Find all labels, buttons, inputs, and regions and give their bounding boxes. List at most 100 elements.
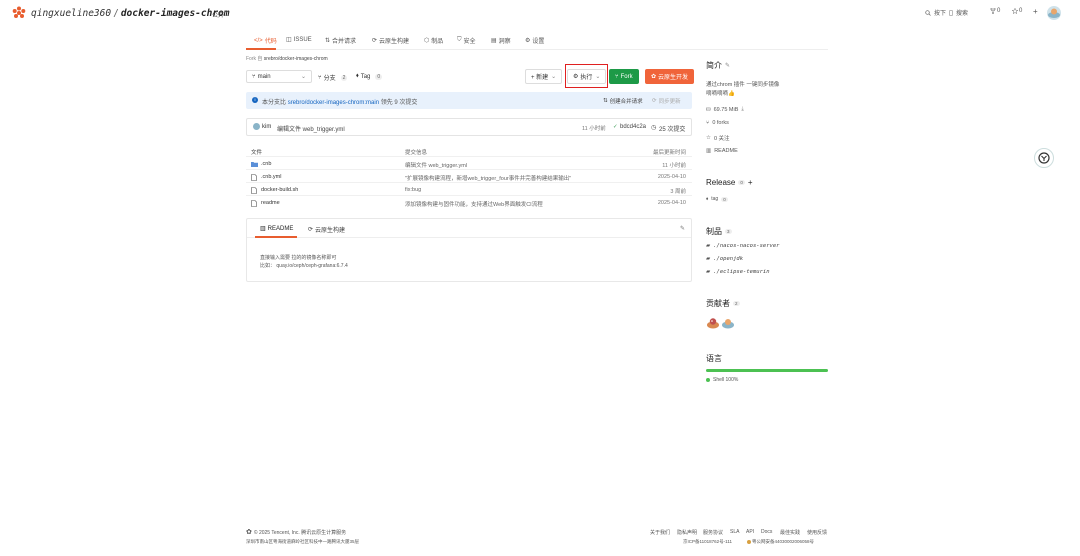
top-bar: qingxueline360/docker-images-chrom 公开 按下…: [0, 0, 1080, 28]
author-avatar[interactable]: [253, 123, 260, 130]
tab-issue[interactable]: ◫ ISSUE: [286, 36, 312, 44]
cnb-logo-icon[interactable]: [12, 6, 26, 20]
branch-selector[interactable]: ⑂ main ⌄: [246, 70, 312, 83]
edit-pencil-icon[interactable]: ✎: [725, 62, 730, 69]
repo-stars[interactable]: ☆ 0 关注: [706, 134, 730, 142]
header-file: 文件: [251, 150, 263, 156]
cloud-dev-button[interactable]: ✿ 云原生开发: [645, 69, 695, 84]
package-name: ./nacos-nacos-server: [713, 243, 780, 249]
package-item[interactable]: ▰ ./eclipse-temurin: [706, 269, 770, 275]
header-star-count: 0: [1019, 8, 1023, 14]
readme-line: 比如： quay.io/ceph/ceph-grafana:6.7.4: [260, 263, 348, 269]
tab-settings[interactable]: ⚙ 设置: [525, 36, 544, 45]
file-table-header: 文件 提交信息 最后更新时间: [246, 145, 692, 157]
release-title[interactable]: Release: [706, 178, 735, 187]
commit-hash[interactable]: bdcd4c2a: [620, 124, 646, 130]
header-commit-message: 提交信息: [405, 150, 428, 156]
table-row[interactable]: docker-build.sh fix:bug 3 周前: [246, 184, 692, 196]
file-commit-message[interactable]: fix:bug: [405, 187, 421, 193]
repo-size: ⛁ 69.75 MiB ⤓: [706, 106, 744, 113]
packages-title[interactable]: 制品: [706, 226, 722, 237]
docker-icon: ▰: [706, 243, 711, 249]
file-commit-message[interactable]: 添加镜像构建与固件功能，支持通过Web界面触发CI流程: [405, 200, 543, 208]
branches-link[interactable]: ⑂ 分支 2: [318, 73, 348, 82]
table-row[interactable]: .cnb.yml "扩展镜像构建流程，新增web_trigger_four事件并…: [246, 171, 692, 183]
create-merge-request-button[interactable]: ⇅ 创建合并请求: [603, 97, 643, 105]
tab-insights[interactable]: ▤ 洞察: [491, 36, 511, 45]
issue-icon: ◫: [286, 37, 292, 43]
tags-summary[interactable]: ⬧ tag 0: [706, 196, 728, 202]
police-badge-icon: [747, 540, 751, 544]
about-heading: 简介 ✎: [706, 60, 730, 71]
footer-police[interactable]: 粤公网安备44030002006058号: [747, 539, 814, 545]
owner-link[interactable]: qingxueline360: [31, 8, 111, 19]
footer-link-sla[interactable]: SLA: [730, 529, 739, 535]
new-button[interactable]: + 新建 ⌄: [525, 69, 563, 84]
star-icon: [1012, 8, 1018, 14]
search-button[interactable]: 按下 搜索: [925, 8, 968, 17]
tab-code[interactable]: </> 代码: [254, 36, 277, 46]
search-label: 搜索: [956, 11, 969, 17]
download-icon[interactable]: ⤓: [741, 106, 743, 113]
check-icon: ✓: [613, 124, 618, 130]
file-name[interactable]: .cnb: [261, 161, 271, 167]
tab-merge-requests-label: 合并请求: [332, 39, 357, 45]
commit-count-link[interactable]: 25 次提交: [659, 124, 685, 133]
fork-button[interactable]: ⑂ Fork: [609, 69, 639, 84]
repo-forks[interactable]: ⑂ 0 forks: [706, 120, 729, 126]
footer-link-terms[interactable]: 服务协议: [703, 529, 723, 536]
tab-packages[interactable]: ⬡ 制品: [424, 36, 443, 45]
contributor-avatar[interactable]: [706, 317, 720, 329]
tags-count: 0: [375, 73, 383, 80]
tab-readme-cloud-build[interactable]: ⟳ 云原生构建: [308, 225, 345, 234]
footer-link-feedback[interactable]: 使用反馈: [807, 529, 827, 536]
packages-heading: 制品 3: [706, 226, 732, 237]
tab-security[interactable]: ⛉ 安全: [457, 36, 476, 45]
table-row[interactable]: readme 添加镜像构建与固件功能，支持通过Web界面触发CI流程 2025-…: [246, 197, 692, 209]
sync-button[interactable]: ⟳ 同步更新: [652, 97, 681, 105]
footer-link-best-practices[interactable]: 最佳实践: [780, 529, 800, 536]
assistant-float-button[interactable]: [1034, 148, 1054, 168]
edit-pencil-icon[interactable]: ✎: [680, 225, 685, 232]
table-row[interactable]: .cnb 编辑文件 web_trigger.yml 11 小时前: [246, 158, 692, 170]
branches-label: 分支: [323, 76, 336, 82]
commit-author[interactable]: kim: [262, 124, 271, 130]
commit-message[interactable]: 编辑文件 web_trigger.yml: [277, 124, 345, 133]
header-star-button[interactable]: 0: [1012, 8, 1022, 14]
book-icon: ▥: [260, 226, 266, 232]
package-item[interactable]: ▰ ./openjdk: [706, 256, 743, 262]
tags-link[interactable]: ⬧ Tag 0: [356, 73, 383, 80]
footer-link-api[interactable]: API: [746, 529, 754, 535]
file-name[interactable]: .cnb.yml: [261, 174, 281, 180]
branch-icon: ⑂: [252, 73, 256, 80]
footer-link-privacy[interactable]: 隐私声明: [677, 529, 697, 536]
file-name[interactable]: readme: [261, 200, 280, 206]
file-name[interactable]: docker-build.sh: [261, 187, 298, 193]
tab-cloud-build[interactable]: ⟳ 云原生构建: [372, 36, 409, 45]
readme-tab-indicator: [255, 236, 297, 238]
footer-copyright: ✿ © 2025 Tencent, Inc. 腾讯云原生计算服务: [246, 528, 346, 536]
footer-link-about[interactable]: 关于我们: [650, 529, 670, 536]
contributor-avatar[interactable]: [721, 317, 735, 329]
insight-icon: ▤: [491, 38, 497, 44]
file-commit-message[interactable]: 编辑文件 web_trigger.yml: [405, 161, 467, 169]
create-new-button[interactable]: +: [1033, 7, 1038, 16]
package-item[interactable]: ▰ ./nacos-nacos-server: [706, 243, 779, 249]
header-fork-button[interactable]: 0: [990, 8, 1000, 14]
fork-source-link[interactable]: srebro/docker-images-chrom: [264, 56, 328, 62]
tab-merge-requests[interactable]: ⇅ 合并请求: [325, 36, 356, 45]
footer-link-docs[interactable]: Docs: [761, 529, 772, 535]
user-avatar[interactable]: [1047, 6, 1061, 20]
footer-icp[interactable]: 京ICP备11018762号-111: [683, 539, 732, 545]
contributors-title[interactable]: 贡献者: [706, 298, 730, 309]
file-commit-message[interactable]: "扩展镜像构建流程，新增web_trigger_four事件并完善构建结果输出": [405, 174, 571, 182]
add-release-button[interactable]: +: [748, 178, 753, 187]
file-updated-time: 11 小时前: [662, 163, 686, 169]
tab-issue-label: ISSUE: [293, 36, 312, 43]
repo-readme-link[interactable]: ▥ README: [706, 148, 738, 154]
tab-readme[interactable]: ▥ README: [260, 225, 293, 233]
tab-security-label: 安全: [463, 39, 476, 45]
banner-upstream-link[interactable]: srebro/docker-images-chrom:main: [288, 100, 379, 106]
fork-button-label: Fork: [620, 73, 633, 80]
branch-icon: ⑂: [318, 74, 322, 81]
